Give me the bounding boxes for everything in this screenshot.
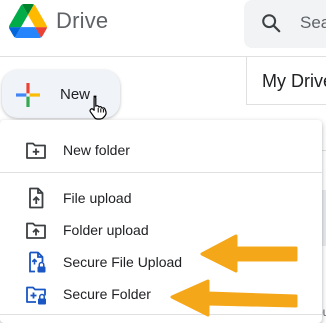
header: Drive Sea xyxy=(0,0,326,48)
search-icon[interactable] xyxy=(260,12,282,34)
page-title[interactable]: My Drive xyxy=(262,71,326,92)
secure-folder-icon xyxy=(26,286,46,305)
plus-icon xyxy=(16,83,40,107)
menu-item-label: Secure File Upload xyxy=(63,254,183,270)
annotation-arrow-icon xyxy=(200,234,298,273)
menu-item-file-upload[interactable]: File upload xyxy=(0,182,322,214)
annotation-arrow-icon xyxy=(170,279,298,317)
menu-divider xyxy=(0,172,322,173)
menu-item-new-folder[interactable]: New folder xyxy=(0,134,322,166)
folder-upload-icon xyxy=(26,222,46,239)
file-upload-icon xyxy=(29,187,44,209)
title-divider xyxy=(246,104,326,105)
menu-item-label: File upload xyxy=(63,190,132,206)
search-input[interactable]: Sea xyxy=(300,13,326,33)
content-divider xyxy=(246,57,247,105)
secure-file-upload-icon xyxy=(29,251,46,273)
menu-item-label: Folder upload xyxy=(63,222,149,238)
new-folder-icon xyxy=(26,142,46,159)
new-button-label: New xyxy=(60,86,91,103)
search-bar[interactable]: Sea xyxy=(244,0,326,48)
drive-logo-icon[interactable] xyxy=(9,2,47,40)
menu-item-label: New folder xyxy=(63,142,130,158)
app-title: Drive xyxy=(56,8,109,33)
menu-item-label: Secure Folder xyxy=(63,286,151,302)
header-divider xyxy=(0,56,326,57)
mouse-pointer-icon xyxy=(89,95,107,120)
